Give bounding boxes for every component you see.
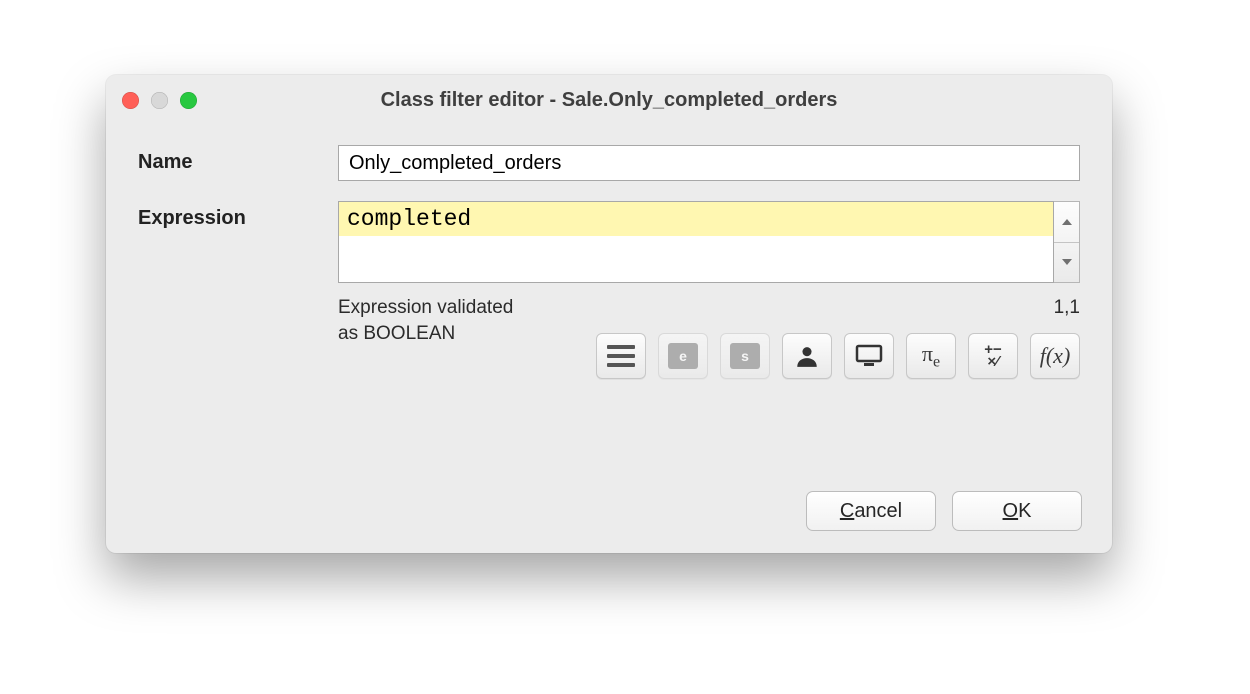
validation-status-line1: Expression validated (338, 297, 513, 318)
palette-constants-button[interactable]: πe (906, 333, 956, 379)
letter-s-icon: s (730, 343, 760, 369)
scroll-up-button[interactable] (1054, 202, 1079, 243)
monitor-icon (855, 344, 883, 368)
dialog-body: Name Expression completed Expression val… (106, 125, 1112, 403)
palette-user-button[interactable] (782, 333, 832, 379)
chevron-down-icon (1062, 259, 1072, 265)
ok-button[interactable]: OK (952, 491, 1082, 531)
window-title: Class filter editor - Sale.Only_complete… (106, 89, 1112, 112)
palette-functions-button[interactable]: f(x) (1030, 333, 1080, 379)
close-window-button[interactable] (122, 92, 139, 109)
expression-palette: e s πe (338, 333, 1080, 379)
chevron-up-icon (1062, 219, 1072, 225)
expression-scrollbar (1054, 201, 1080, 283)
palette-s-button[interactable]: s (720, 333, 770, 379)
caret-position: 1,1 (1054, 295, 1080, 319)
titlebar: Class filter editor - Sale.Only_complete… (106, 75, 1112, 125)
palette-e-button[interactable]: e (658, 333, 708, 379)
letter-e-icon: e (668, 343, 698, 369)
expression-textarea[interactable]: completed (338, 201, 1054, 283)
palette-operators-button[interactable]: +− ×⁄ (968, 333, 1018, 379)
person-icon (794, 343, 820, 369)
palette-attributes-button[interactable] (596, 333, 646, 379)
expression-label: Expression (138, 201, 328, 283)
pi-icon: πe (922, 341, 940, 371)
maximize-window-button[interactable] (180, 92, 197, 109)
operators-icon: +− ×⁄ (984, 344, 1002, 368)
expression-text: completed (339, 202, 1053, 236)
scroll-down-button[interactable] (1054, 243, 1079, 283)
palette-monitor-button[interactable] (844, 333, 894, 379)
cancel-button[interactable]: Cancel (806, 491, 936, 531)
expression-field-wrapper: completed (338, 201, 1080, 283)
list-icon (607, 345, 635, 367)
minimize-window-button[interactable] (151, 92, 168, 109)
name-label: Name (138, 145, 328, 181)
dialog-window: Class filter editor - Sale.Only_complete… (106, 75, 1112, 553)
name-input[interactable] (338, 145, 1080, 181)
window-controls (122, 92, 197, 109)
fx-icon: f(x) (1040, 343, 1071, 369)
dialog-footer: Cancel OK (106, 473, 1112, 553)
